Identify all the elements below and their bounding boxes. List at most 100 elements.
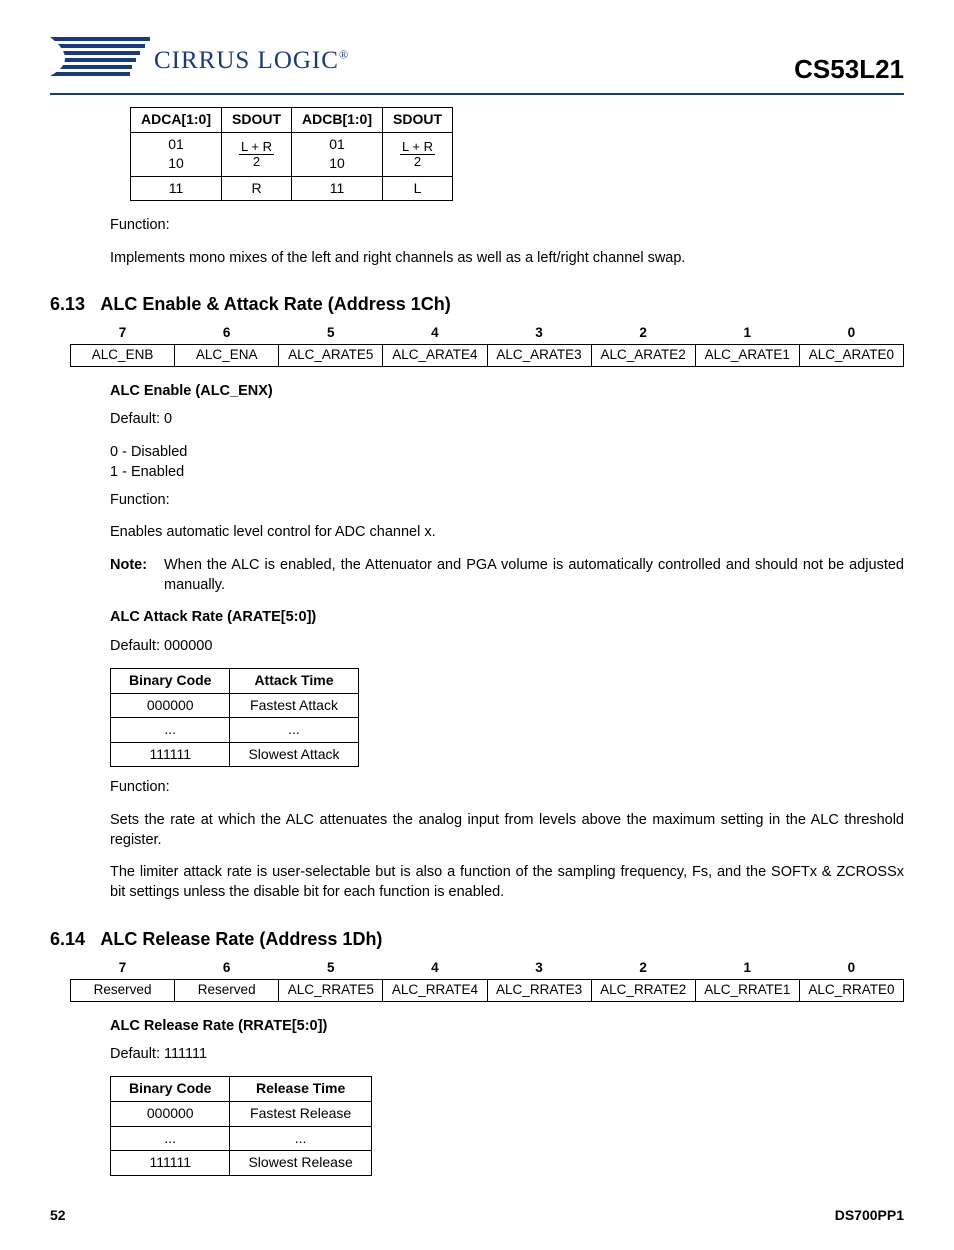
note-text: When the ALC is enabled, the Attenuator …: [164, 555, 904, 596]
bit-name: ALC_ARATE1: [695, 345, 799, 367]
doc-number: DS700PP1: [835, 1206, 904, 1226]
bit-header: 4: [383, 323, 487, 344]
cell: 2: [400, 155, 435, 169]
table-header: ADCA[1:0]: [131, 108, 222, 133]
register-table-1dh: 7 6 5 4 3 2 1 0 Reserved Reserved ALC_RR…: [70, 958, 904, 1002]
cell: Slowest Release: [230, 1151, 371, 1176]
option-line: 0 - Disabled: [110, 442, 904, 462]
section-title: ALC Enable & Attack Rate (Address 1Ch): [100, 294, 450, 314]
function-label: Function:: [110, 215, 904, 235]
function-text: Implements mono mixes of the left and ri…: [110, 248, 904, 268]
table-header: SDOUT: [222, 108, 292, 133]
default-value: Default: 0: [110, 409, 904, 429]
bit-header: 6: [175, 958, 279, 979]
cell: Slowest Attack: [230, 742, 358, 767]
option-line: 1 - Enabled: [110, 462, 904, 482]
table-row: 11 R 11 L: [131, 176, 453, 201]
function-text: Enables automatic level control for ADC …: [110, 522, 904, 542]
bit-name: ALC_RRATE1: [695, 979, 799, 1001]
section-number: 6.13: [50, 292, 96, 317]
table-header: SDOUT: [383, 108, 453, 133]
table-row: ......: [111, 1126, 372, 1151]
table-row: ALC_ENB ALC_ENA ALC_ARATE5 ALC_ARATE4 AL…: [71, 345, 904, 367]
attack-rate-table: Binary Code Attack Time 000000Fastest At…: [110, 668, 359, 767]
cell: Fastest Attack: [230, 693, 358, 718]
sub-heading: ALC Attack Rate (ARATE[5:0]): [110, 607, 904, 627]
cell: 10: [329, 155, 345, 171]
default-value: Default: 000000: [110, 636, 904, 656]
function-text: The limiter attack rate is user-selectab…: [110, 862, 904, 903]
header-rule: [50, 93, 904, 95]
function-text: Sets the rate at which the ALC attenuate…: [110, 810, 904, 851]
bit-name: ALC_RRATE3: [487, 979, 591, 1001]
bit-name: ALC_ARATE3: [487, 345, 591, 367]
cell: 2: [239, 155, 274, 169]
bit-header: 0: [799, 323, 903, 344]
cell: 11: [292, 176, 383, 201]
table-header: ADCB[1:0]: [292, 108, 383, 133]
table-header: Attack Time: [230, 668, 358, 693]
bit-header: 2: [591, 958, 695, 979]
cell: R: [222, 176, 292, 201]
adc-mux-table: ADCA[1:0] SDOUT ADCB[1:0] SDOUT 01 10 L +…: [130, 107, 453, 201]
bit-header: 1: [695, 958, 799, 979]
bit-header: 5: [279, 958, 383, 979]
bit-header: 0: [799, 958, 903, 979]
logo: CIRRUS LOGIC®: [50, 35, 349, 89]
bit-name: Reserved: [71, 979, 175, 1001]
sub-heading: ALC Release Rate (RRATE[5:0]): [110, 1016, 904, 1036]
bit-name: ALC_RRATE0: [799, 979, 903, 1001]
section-title: ALC Release Rate (Address 1Dh): [100, 929, 382, 949]
section-number: 6.14: [50, 927, 96, 952]
table-header: Binary Code: [111, 668, 230, 693]
bit-name: ALC_RRATE2: [591, 979, 695, 1001]
cell: 01: [329, 136, 345, 152]
note-label: Note:: [110, 555, 164, 596]
table-row: ......: [111, 718, 359, 743]
bit-name: ALC_RRATE5: [279, 979, 383, 1001]
cell: L: [383, 176, 453, 201]
logo-text: CIRRUS LOGIC®: [154, 43, 349, 78]
bit-header: 2: [591, 323, 695, 344]
bit-header: 5: [279, 323, 383, 344]
cell: 11: [131, 176, 222, 201]
logo-swoosh-icon: [50, 35, 160, 89]
bit-header: 3: [487, 323, 591, 344]
cell: 10: [168, 155, 184, 171]
cell: 000000: [111, 1101, 230, 1126]
bit-name: ALC_RRATE4: [383, 979, 487, 1001]
table-header: Release Time: [230, 1077, 371, 1102]
function-label: Function:: [110, 490, 904, 510]
cell: 111111: [111, 1151, 230, 1176]
table-row: 111111Slowest Release: [111, 1151, 372, 1176]
function-label: Function:: [110, 777, 904, 797]
cell: ...: [230, 1126, 371, 1151]
bit-name: ALC_ARATE5: [279, 345, 383, 367]
cell: Fastest Release: [230, 1101, 371, 1126]
cell: 000000: [111, 693, 230, 718]
register-table-1ch: 7 6 5 4 3 2 1 0 ALC_ENB ALC_ENA ALC_ARAT…: [70, 323, 904, 367]
cell: ...: [111, 1126, 230, 1151]
table-row: 111111Slowest Attack: [111, 742, 359, 767]
bit-header: 3: [487, 958, 591, 979]
sub-heading: ALC Enable (ALC_ENX): [110, 381, 904, 401]
table-row: 000000Fastest Attack: [111, 693, 359, 718]
page-footer: 52 DS700PP1: [50, 1206, 904, 1226]
section-heading-614: 6.14 ALC Release Rate (Address 1Dh): [50, 927, 904, 952]
cell: 01: [168, 136, 184, 152]
cell: L + R: [400, 140, 435, 155]
note: Note: When the ALC is enabled, the Atten…: [110, 555, 904, 596]
bit-header: 7: [71, 323, 175, 344]
part-number: CS53L21: [794, 51, 904, 87]
cell: 111111: [111, 742, 230, 767]
page-content: ADCA[1:0] SDOUT ADCB[1:0] SDOUT 0110 L +…: [50, 107, 904, 1176]
bit-header: 4: [383, 958, 487, 979]
bit-header: 1: [695, 323, 799, 344]
page-header: CIRRUS LOGIC® CS53L21: [50, 35, 904, 89]
release-rate-table: Binary Code Release Time 000000Fastest R…: [110, 1076, 372, 1175]
table-row: 000000Fastest Release: [111, 1101, 372, 1126]
cell: ...: [111, 718, 230, 743]
page-number: 52: [50, 1206, 66, 1226]
section-heading-613: 6.13 ALC Enable & Attack Rate (Address 1…: [50, 292, 904, 317]
table-row: Reserved Reserved ALC_RRATE5 ALC_RRATE4 …: [71, 979, 904, 1001]
